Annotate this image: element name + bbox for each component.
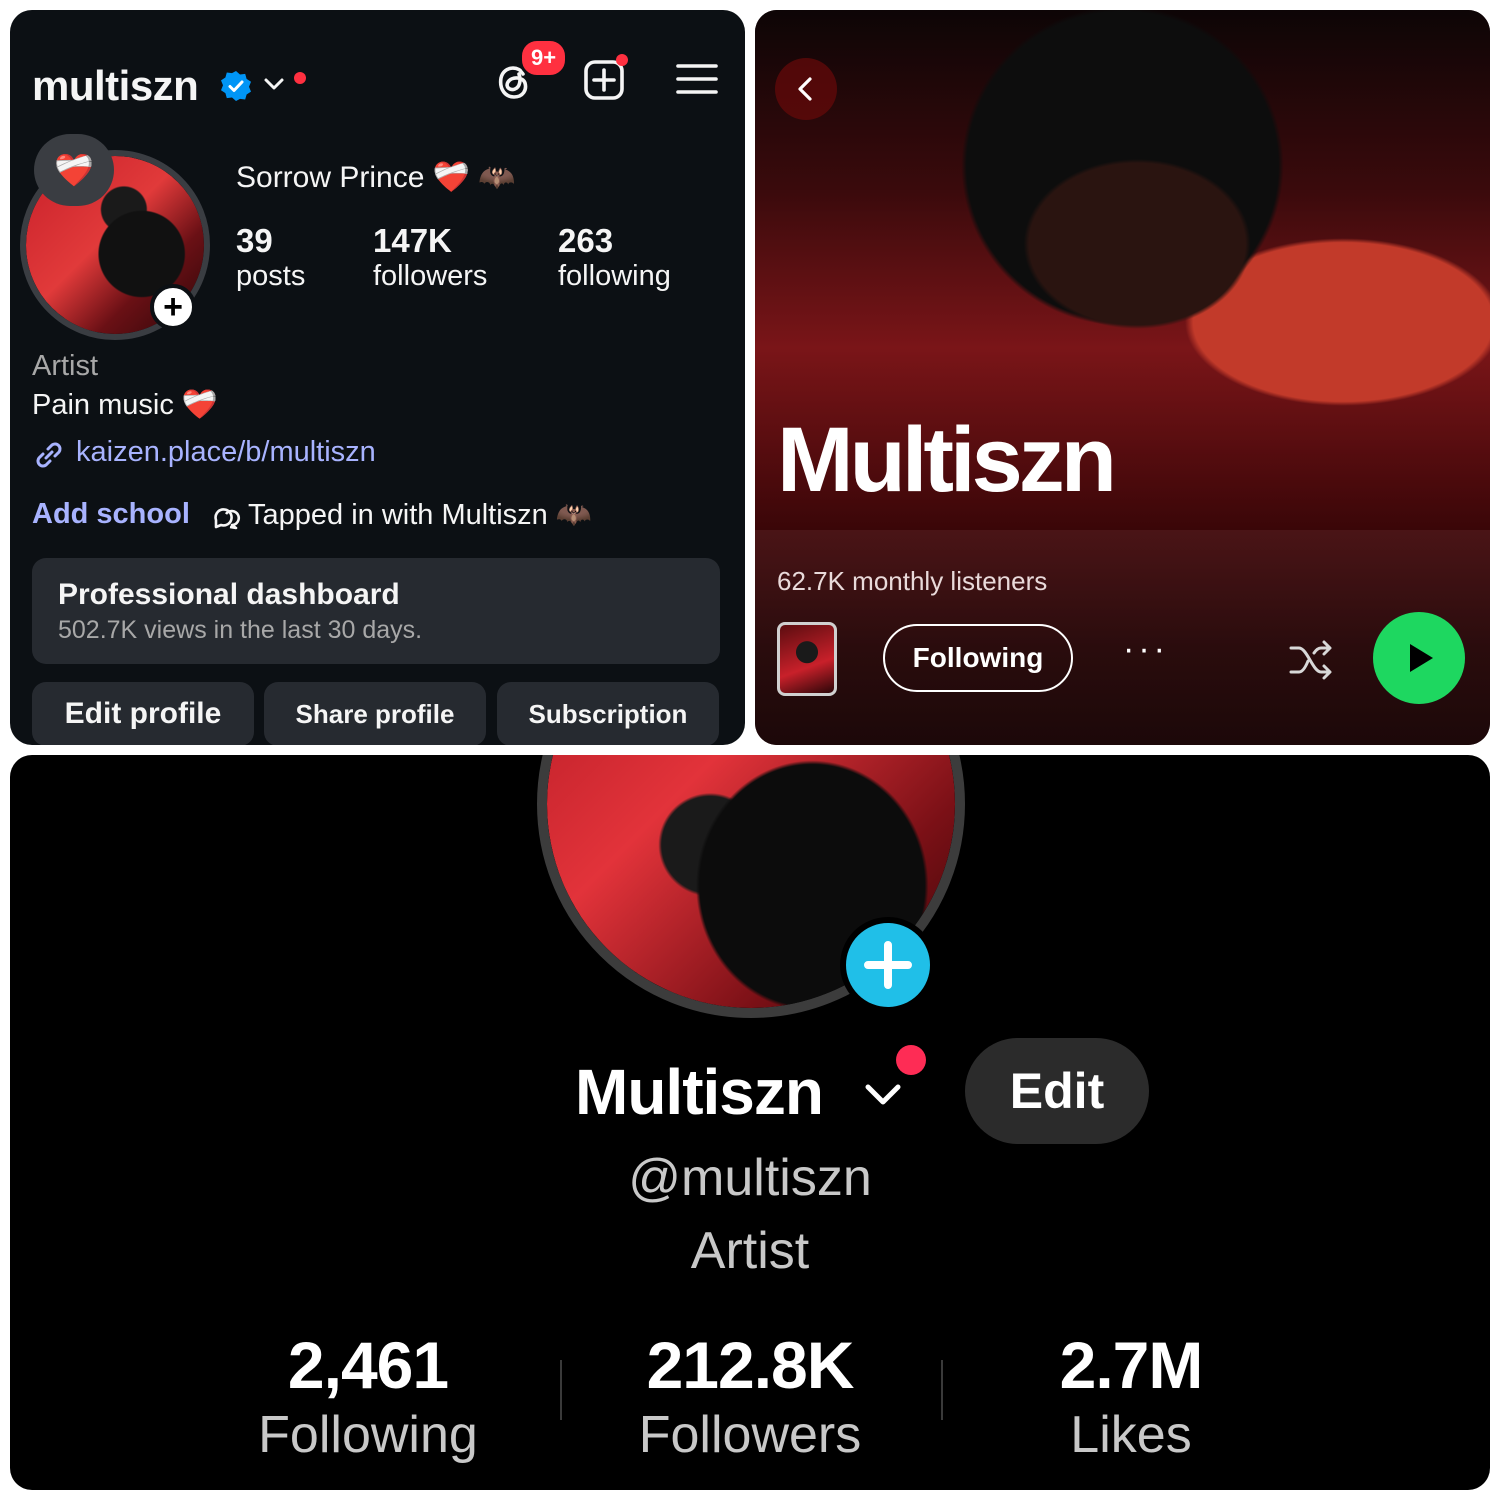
- stat-following[interactable]: 263 following: [558, 222, 671, 293]
- dashboard-title: Professional dashboard: [58, 578, 400, 611]
- notification-badge: 9+: [519, 38, 569, 78]
- stat-value: 39: [236, 222, 273, 259]
- add-school-link[interactable]: Add school: [32, 498, 190, 531]
- shuffle-icon[interactable]: [1287, 636, 1335, 684]
- note-emoji: ❤️‍🩹: [54, 152, 94, 188]
- tapped-in-label[interactable]: Tapped in with Multiszn 🦇: [248, 498, 592, 532]
- create-notification-dot: [616, 54, 628, 66]
- instagram-profile-panel: multiszn 9+ ❤️‍🩹 + Sorrow Prince ❤️‍🩹 🦇 …: [10, 10, 745, 745]
- chat-bubbles-icon: [214, 508, 241, 530]
- following-button[interactable]: Following: [883, 624, 1073, 692]
- profile-name[interactable]: Multiszn: [575, 1055, 824, 1129]
- stat-value: 263: [558, 222, 614, 259]
- spotify-artist-panel: Multiszn 62.7K monthly listeners Followi…: [755, 10, 1490, 745]
- stat-label: Following: [258, 1406, 478, 1464]
- link-icon: [36, 442, 62, 468]
- notification-dot: [896, 1045, 926, 1075]
- menu-icon[interactable]: [674, 56, 720, 102]
- button-label: Subscription: [528, 698, 688, 729]
- stat-followers[interactable]: 147K followers: [373, 222, 487, 293]
- stat-label: Followers: [638, 1406, 862, 1464]
- button-label: Edit profile: [64, 697, 222, 730]
- edit-button[interactable]: Edit: [965, 1038, 1149, 1144]
- category-label: Artist: [32, 350, 99, 382]
- dashboard-subtitle: 502.7K views in the last 30 days.: [58, 616, 423, 644]
- stat-following[interactable]: 2,461 Following: [178, 1327, 558, 1465]
- edit-profile-button[interactable]: Edit profile: [32, 682, 254, 745]
- note-bubble[interactable]: ❤️‍🩹: [34, 134, 114, 206]
- handle: @multiszn: [628, 1149, 872, 1207]
- button-label: Share profile: [295, 698, 455, 729]
- bio-text: Artist: [690, 1222, 810, 1280]
- stat-likes[interactable]: 2.7M Likes: [941, 1327, 1321, 1465]
- account-notification-dot: [294, 72, 306, 84]
- stat-value: 2,461: [287, 1328, 449, 1402]
- verified-badge-icon: [221, 71, 251, 101]
- artist-name: Multiszn: [777, 409, 1117, 511]
- bio-link[interactable]: kaizen.place/b/multiszn: [76, 436, 376, 469]
- monthly-listeners: 62.7K monthly listeners: [777, 566, 1048, 596]
- stat-value: 2.7M: [1059, 1328, 1204, 1402]
- username[interactable]: multiszn: [32, 62, 199, 110]
- more-options-button[interactable]: ···: [1123, 630, 1169, 669]
- add-story-button[interactable]: [840, 917, 936, 1013]
- display-name: Sorrow Prince ❤️‍🩹 🦇: [236, 161, 516, 194]
- chevron-left-icon: [798, 77, 812, 101]
- chevron-down-icon[interactable]: [862, 1073, 904, 1115]
- back-button[interactable]: [775, 58, 837, 120]
- add-story-button[interactable]: +: [150, 284, 196, 330]
- stat-posts[interactable]: 39 posts: [236, 222, 305, 293]
- plus-icon: [864, 941, 912, 989]
- chevron-down-icon[interactable]: [262, 72, 286, 96]
- professional-dashboard[interactable]: Professional dashboard 502.7K views in t…: [32, 558, 720, 664]
- share-profile-button[interactable]: Share profile: [264, 682, 486, 745]
- stat-value: 212.8K: [646, 1328, 855, 1402]
- play-button[interactable]: [1373, 612, 1465, 704]
- play-icon: [1410, 644, 1433, 672]
- stat-label: followers: [373, 260, 488, 292]
- tiktok-profile-panel: Multiszn Edit @multiszn Artist 2,461 Fol…: [10, 755, 1490, 1490]
- stat-followers[interactable]: 212.8K Followers: [560, 1327, 940, 1465]
- artist-pick-thumbnail[interactable]: [777, 622, 837, 696]
- stat-label: Likes: [1070, 1406, 1192, 1464]
- stat-value: 147K: [373, 222, 452, 259]
- stat-label: following: [558, 260, 671, 292]
- bio-text: Pain music ❤️‍🩹: [32, 389, 218, 421]
- subscription-button[interactable]: Subscription: [497, 682, 719, 745]
- stat-label: posts: [236, 260, 306, 292]
